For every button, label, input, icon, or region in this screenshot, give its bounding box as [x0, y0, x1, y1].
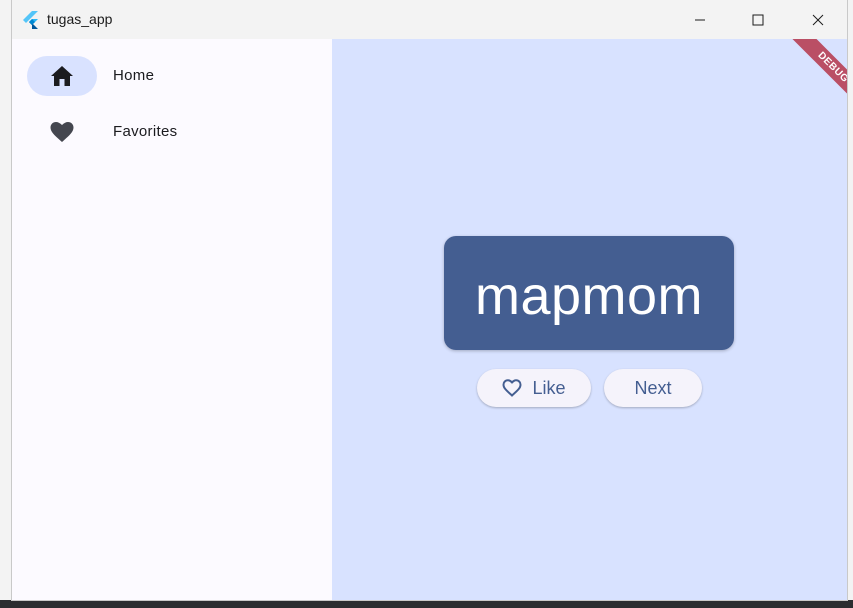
home-icon — [51, 66, 73, 86]
rail-item-label: Favorites — [113, 123, 178, 140]
navigation-rail: Home Favorites — [12, 39, 332, 600]
like-button[interactable]: Like — [477, 369, 591, 407]
rail-item-label: Home — [113, 67, 155, 84]
app-content: Home Favorites mapmom Like Next DEBUG — [12, 39, 847, 600]
app-title: tugas_app — [47, 11, 113, 27]
debug-ribbon: DEBUG — [784, 39, 847, 116]
minimize-button[interactable] — [671, 0, 729, 39]
word-card: mapmom — [444, 236, 734, 350]
heart-icon — [50, 122, 74, 142]
word-pair-text: mapmom — [474, 266, 704, 326]
rail-item-home[interactable]: Home — [27, 56, 317, 96]
app-window: tugas_app Home Favorites mapmom Like Nex… — [12, 0, 847, 600]
next-button-label: Next — [634, 377, 672, 398]
heart-outline-icon — [502, 379, 522, 397]
title-bar[interactable]: tugas_app — [12, 0, 847, 39]
maximize-icon — [752, 14, 764, 25]
minimize-icon — [695, 19, 705, 20]
maximize-button[interactable] — [729, 0, 787, 39]
rail-item-favorites[interactable]: Favorites — [27, 112, 317, 152]
background-right-strip — [847, 0, 853, 608]
close-button[interactable] — [789, 0, 847, 39]
like-button-label: Like — [532, 377, 566, 398]
background-bottom-strip — [0, 600, 853, 608]
close-icon — [812, 14, 824, 25]
background-left-strip — [0, 0, 12, 608]
main-panel: mapmom Like Next DEBUG — [332, 39, 847, 600]
next-button[interactable]: Next — [604, 369, 702, 407]
flutter-logo-icon — [23, 11, 38, 29]
debug-label: DEBUG — [815, 49, 847, 86]
